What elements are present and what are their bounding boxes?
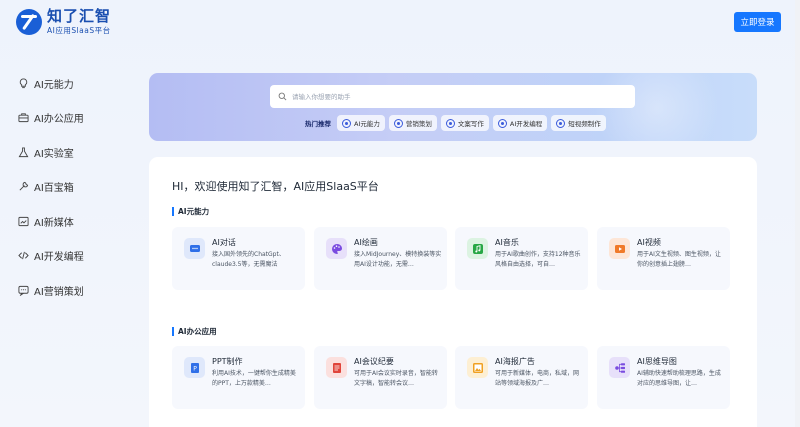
sidebar-item-ai-marketing[interactable]: AI营销策划	[18, 273, 128, 308]
video-icon	[609, 238, 630, 259]
card-desc: 接入MidJourney、模特换装等实用AI设计功能，无需…	[354, 251, 442, 268]
hot-tag[interactable]: AI元能力	[337, 115, 385, 131]
search-box	[270, 85, 635, 108]
card-desc: 接入国外领先的ChatGpt、claude3.5等，无需魔法	[212, 251, 285, 268]
card-desc: 可用于新媒体，电商，私域，网站等领域海报及广…	[495, 370, 580, 387]
palette-icon	[326, 238, 347, 259]
hot-tag-label: 文案写作	[457, 120, 484, 128]
logo-subtitle: AI应用SlaaS平台	[47, 26, 111, 36]
card-poster-ad[interactable]: AI海报广告 可用于新媒体，电商，私域，网站等领域海报及广…	[455, 346, 588, 409]
tag-dot-icon	[342, 118, 351, 128]
card-mindmap[interactable]: AI思维导图 AI辅助快速帮助梳理思路，生成对应的思维导图，让…	[597, 346, 730, 409]
card-desc: AI辅助快速帮助梳理思路，生成对应的思维导图，让…	[637, 370, 721, 387]
ppt-icon: P	[184, 357, 205, 378]
mindmap-icon	[609, 357, 630, 378]
card-title: AI音乐	[495, 238, 519, 247]
poster-icon	[467, 357, 488, 378]
logo-text: 知了汇智 AI应用SlaaS平台	[47, 9, 111, 35]
tag-dot-icon	[445, 118, 455, 128]
sidebar-item-label: AI办公应用	[34, 114, 84, 126]
hot-tag[interactable]: 短视频制作	[551, 115, 606, 131]
svg-text:P: P	[193, 365, 197, 372]
flask-icon	[18, 147, 29, 158]
sidebar-item-label: AI营销策划	[34, 286, 84, 298]
wrench-icon	[18, 181, 29, 192]
page-title: HI，欢迎使用知了汇智，AI应用SlaaS平台	[172, 180, 379, 193]
card-desc: 用于AI歌曲创作，支持12种音乐风格自由选择，可自…	[495, 251, 581, 268]
card-title: AI绘画	[354, 238, 378, 247]
lightbulb-icon	[18, 78, 29, 89]
sidebar-item-ai-capability[interactable]: AI元能力	[18, 66, 128, 101]
chart-frame-icon	[18, 216, 29, 227]
sidebar: AI元能力 AI办公应用 AI实验室 AI百宝箱 AI新媒体 AI开发编程 AI…	[18, 66, 128, 308]
tag-dot-icon	[556, 118, 566, 128]
card-desc: 用于AI文生视频、图生视频，让你的创意插上翅膀…	[637, 251, 721, 268]
tag-dot-icon	[393, 118, 403, 128]
hot-tag[interactable]: 文案写作	[440, 115, 489, 131]
card-desc: 利用AI技术，一键帮你生成精美的PPT，上万款精美…	[212, 370, 296, 387]
logo-mark-icon	[16, 9, 42, 35]
chat-icon	[184, 238, 205, 259]
section-title-ai-capability: AI元能力	[172, 207, 209, 216]
hot-tag[interactable]: 营销策划	[388, 115, 437, 131]
page-scrollbar[interactable]	[795, 0, 800, 427]
sidebar-item-ai-office[interactable]: AI办公应用	[18, 101, 128, 136]
card-ai-drawing[interactable]: AI绘画 接入MidJourney、模特换装等实用AI设计功能，无需…	[314, 227, 447, 290]
sidebar-item-ai-toolbox[interactable]: AI百宝箱	[18, 170, 128, 205]
logo[interactable]: 知了汇智 AI应用SlaaS平台	[16, 9, 111, 35]
briefcase-icon	[18, 112, 29, 123]
music-icon	[467, 238, 488, 259]
hot-recommend-row: 热门推荐 AI元能力 营销策划 文案写作 AI开发编程 短视频制作	[305, 115, 606, 131]
chat-bubble-icon	[18, 285, 29, 296]
card-ppt[interactable]: P PPT制作 利用AI技术，一键帮你生成精美的PPT，上万款精美…	[172, 346, 305, 409]
card-title: AI海报广告	[495, 357, 535, 366]
card-title: AI对话	[212, 238, 236, 247]
sidebar-item-label: AI新媒体	[34, 217, 74, 229]
logo-title: 知了汇智	[47, 7, 112, 26]
card-desc: 可用于AI会议实时录音，智能转文字稿，智能转会议…	[354, 370, 438, 387]
hot-tag-label: AI开发编程	[509, 120, 543, 128]
card-title: AI思维导图	[637, 357, 677, 366]
login-button[interactable]: 立即登录	[734, 12, 781, 32]
sidebar-item-label: AI百宝箱	[34, 183, 74, 195]
hot-tag[interactable]: AI开发编程	[492, 115, 548, 131]
card-meeting-notes[interactable]: AI会议纪要 可用于AI会议实时录音，智能转文字稿，智能转会议…	[314, 346, 447, 409]
hot-recommend-label: 热门推荐	[305, 120, 331, 128]
code-icon	[18, 250, 29, 261]
card-title: AI视频	[637, 238, 661, 247]
notes-icon	[326, 357, 347, 378]
sidebar-item-label: AI开发编程	[34, 252, 84, 264]
sidebar-item-label: AI元能力	[34, 79, 74, 91]
card-ai-music[interactable]: AI音乐 用于AI歌曲创作，支持12种音乐风格自由选择，可自…	[455, 227, 588, 290]
search-banner: 热门推荐 AI元能力 营销策划 文案写作 AI开发编程 短视频制作	[149, 73, 757, 141]
top-header: 知了汇智 AI应用SlaaS平台 立即登录	[0, 0, 800, 44]
card-title: AI会议纪要	[354, 357, 394, 366]
sidebar-item-ai-dev[interactable]: AI开发编程	[18, 239, 128, 274]
main-panel: HI，欢迎使用知了汇智，AI应用SlaaS平台 AI元能力 AI对话 接入国外领…	[149, 157, 757, 427]
search-input[interactable]	[292, 92, 612, 101]
search-icon	[278, 92, 287, 101]
card-ai-video[interactable]: AI视频 用于AI文生视频、图生视频，让你的创意插上翅膀…	[597, 227, 730, 290]
sidebar-item-label: AI实验室	[34, 148, 74, 160]
card-title: PPT制作	[212, 357, 243, 366]
card-ai-chat[interactable]: AI对话 接入国外领先的ChatGpt、claude3.5等，无需魔法	[172, 227, 305, 290]
section-title-ai-office: AI办公应用	[172, 327, 217, 336]
tag-dot-icon	[497, 118, 507, 128]
hot-tag-label: AI元能力	[354, 120, 380, 128]
sidebar-item-ai-new-media[interactable]: AI新媒体	[18, 204, 128, 239]
hot-tag-label: 短视频制作	[568, 120, 601, 128]
sidebar-item-ai-lab[interactable]: AI实验室	[18, 135, 128, 170]
hot-tag-label: 营销策划	[405, 120, 432, 128]
